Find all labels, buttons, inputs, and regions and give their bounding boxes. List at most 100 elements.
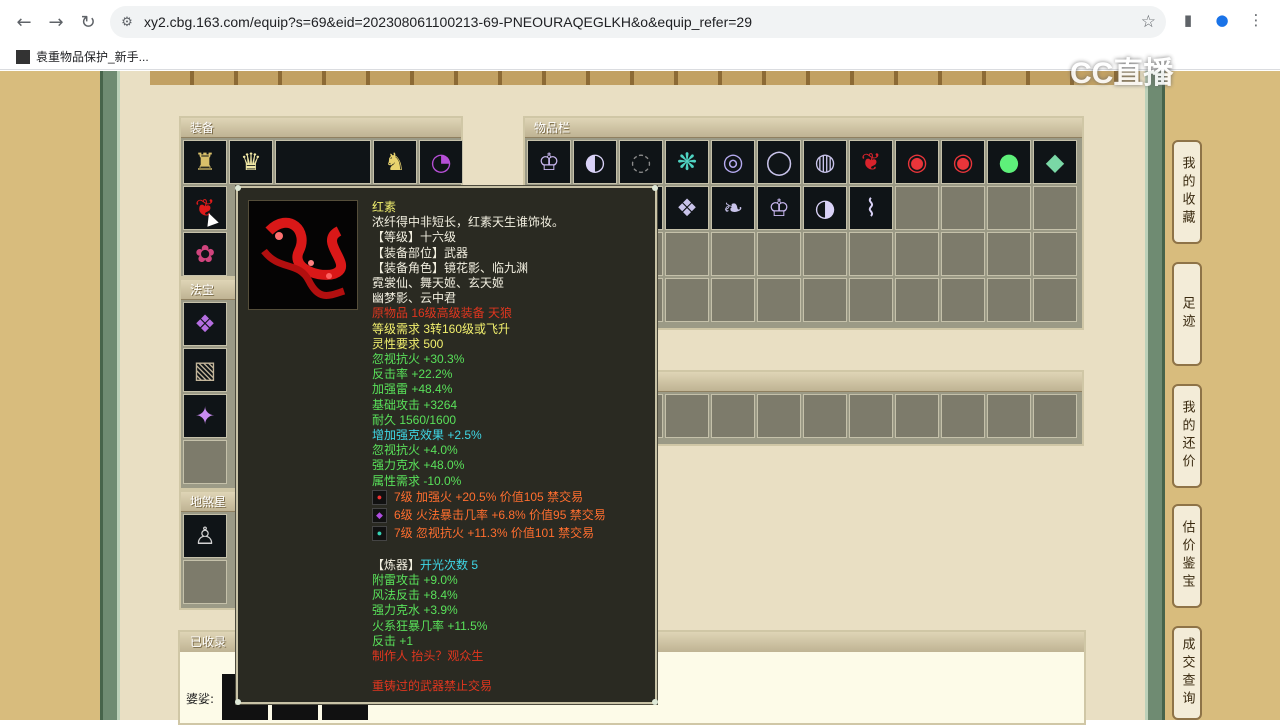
figure-icon: ♙ xyxy=(194,522,216,550)
fabao-slot[interactable]: ▧ xyxy=(183,348,227,392)
inventory-slot[interactable]: ❧ xyxy=(711,186,755,230)
inventory-slot[interactable]: ◌ xyxy=(619,140,663,184)
coil-icon: ◌ xyxy=(630,148,652,176)
inventory-slot-empty[interactable] xyxy=(1033,278,1077,322)
equip-slot[interactable]: ♛ xyxy=(229,140,273,184)
inventory-slot[interactable]: ❖ xyxy=(665,186,709,230)
sidebar-item-favorites[interactable]: 我的收藏 xyxy=(1172,140,1202,244)
inventory-slot-empty[interactable] xyxy=(987,232,1031,276)
inventory-slot-empty[interactable] xyxy=(895,186,939,230)
equip-slot[interactable]: ◔ xyxy=(419,140,463,184)
reload-icon[interactable]: ↻ xyxy=(72,6,104,38)
inventory-slot[interactable]: ◎ xyxy=(711,140,755,184)
inventory-slot[interactable]: ● xyxy=(987,140,1031,184)
sidebar-item-counteroffer[interactable]: 我的还价 xyxy=(1172,384,1202,488)
fabao-slot[interactable]: ❖ xyxy=(183,302,227,346)
inventory-slot-empty[interactable] xyxy=(803,232,847,276)
inventory-slot-empty[interactable] xyxy=(895,232,939,276)
equipment-grid: ♜ ♛ ♞ ◔ xyxy=(183,140,463,184)
refine-stat: 火系狂暴几率 +11.5% xyxy=(372,618,488,633)
sidebar-label: 我的收藏 xyxy=(1179,156,1195,228)
inventory-slot-empty[interactable] xyxy=(849,232,893,276)
dress-icon: ♔ xyxy=(768,194,790,222)
inventory-slot-empty[interactable] xyxy=(1033,186,1077,230)
item-roles: 幽梦影、云中君 xyxy=(372,291,457,306)
inventory-slot[interactable]: ◉ xyxy=(895,140,939,184)
inventory-slot[interactable]: ❦ xyxy=(849,140,893,184)
star-icon[interactable]: ☆ xyxy=(1141,12,1156,32)
inventory-slot[interactable]: ◍ xyxy=(803,140,847,184)
inventory-slot-empty[interactable] xyxy=(941,278,985,322)
fabao-slot-empty[interactable] xyxy=(183,440,227,484)
storage-slot[interactable] xyxy=(895,394,939,438)
gem-text: 7级 忽视抗火 +11.3% 价值101 禁交易 xyxy=(394,526,595,541)
sidebar-item-trade-query[interactable]: 成交查询 xyxy=(1172,626,1202,720)
inventory-slot-empty[interactable] xyxy=(711,278,755,322)
stat-line: 加强雷 +48.4% xyxy=(372,382,453,397)
weapon-slot[interactable]: ❦ xyxy=(183,186,227,230)
equip-slot[interactable]: ♞ xyxy=(373,140,417,184)
equip-slot[interactable]: ♜ xyxy=(183,140,227,184)
profile-icon[interactable]: ● xyxy=(1212,10,1232,30)
sidebar-item-footprint[interactable]: 足迹 xyxy=(1172,262,1202,366)
inventory-slot-empty[interactable] xyxy=(941,232,985,276)
refine-stat: 反击 +1 xyxy=(372,633,414,648)
storage-slot[interactable] xyxy=(803,394,847,438)
forward-icon[interactable]: → xyxy=(40,6,72,38)
red-ribbon-icon xyxy=(261,217,346,299)
inventory-slot-empty[interactable] xyxy=(665,232,709,276)
inventory-slot-empty[interactable] xyxy=(711,232,755,276)
inventory-slot[interactable]: ◑ xyxy=(803,186,847,230)
stat-line-special: 增加强克效果 +2.5% xyxy=(372,428,482,443)
refine-count: 开光次数 5 xyxy=(420,557,479,572)
inventory-slot-empty[interactable] xyxy=(757,232,801,276)
sidebar-item-appraisal[interactable]: 估价鉴宝 xyxy=(1172,504,1202,608)
inventory-slot-empty[interactable] xyxy=(803,278,847,322)
storage-slot[interactable] xyxy=(757,394,801,438)
url-text[interactable]: xy2.cbg.163.com/equip?s=69&eid=202308061… xyxy=(144,14,752,30)
inventory-slot[interactable]: ⌇ xyxy=(849,186,893,230)
equip-slot[interactable] xyxy=(275,140,371,184)
inventory-title: 物品栏 xyxy=(525,118,1082,138)
inventory-slot-empty[interactable] xyxy=(895,278,939,322)
tooltip-corner xyxy=(235,185,241,191)
menu-icon[interactable]: ⋮ xyxy=(1246,10,1266,30)
inventory-slot[interactable]: ♔ xyxy=(527,140,571,184)
fabao-slot[interactable]: ✦ xyxy=(183,394,227,438)
storage-slot[interactable] xyxy=(1033,394,1077,438)
bookmark-item[interactable]: 袁重物品保护_新手... xyxy=(36,48,149,65)
green-orb-icon: ● xyxy=(998,148,1020,176)
storage-slot[interactable] xyxy=(711,394,755,438)
inventory-slot-empty[interactable] xyxy=(987,186,1031,230)
inventory-slot-empty[interactable] xyxy=(987,278,1031,322)
star-slot-empty[interactable] xyxy=(183,560,227,604)
inventory-slot[interactable]: ◆ xyxy=(1033,140,1077,184)
inventory-slot[interactable]: ◯ xyxy=(757,140,801,184)
inventory-slot-empty[interactable] xyxy=(665,278,709,322)
item-maker: 制作人 抬头？观众生 xyxy=(372,649,484,664)
storage-slot[interactable] xyxy=(849,394,893,438)
storage-slot[interactable] xyxy=(987,394,1031,438)
storage-slot[interactable] xyxy=(941,394,985,438)
inventory-slot[interactable]: ◐ xyxy=(573,140,617,184)
sidebar-icon[interactable]: ▮ xyxy=(1178,10,1198,30)
stat-line: 属性需求 -10.0% xyxy=(372,473,462,488)
address-bar[interactable]: ⚙ xy2.cbg.163.com/equip?s=69&eid=2023080… xyxy=(110,6,1166,38)
storage-slot[interactable] xyxy=(665,394,709,438)
inventory-slot[interactable]: ◉ xyxy=(941,140,985,184)
site-info-icon[interactable]: ⚙ xyxy=(110,15,144,30)
stat-line: 耐久 1560/1600 xyxy=(372,412,457,427)
refine-label: 【炼器】 xyxy=(372,557,421,572)
equip-slot[interactable]: ✿ xyxy=(183,232,227,276)
back-icon[interactable]: ← xyxy=(8,6,40,38)
inventory-slot-empty[interactable] xyxy=(941,186,985,230)
inventory-slot-empty[interactable] xyxy=(757,278,801,322)
inventory-slot-empty[interactable] xyxy=(1033,232,1077,276)
gem-text: 6级 火法暴击几率 +6.8% 价值95 禁交易 xyxy=(394,508,606,523)
star-slot[interactable]: ♙ xyxy=(183,514,227,558)
inventory-slot-empty[interactable] xyxy=(849,278,893,322)
inventory-slot[interactable]: ❋ xyxy=(665,140,709,184)
bottom-label: 婆娑: xyxy=(186,692,215,706)
inventory-slot[interactable]: ♔ xyxy=(757,186,801,230)
